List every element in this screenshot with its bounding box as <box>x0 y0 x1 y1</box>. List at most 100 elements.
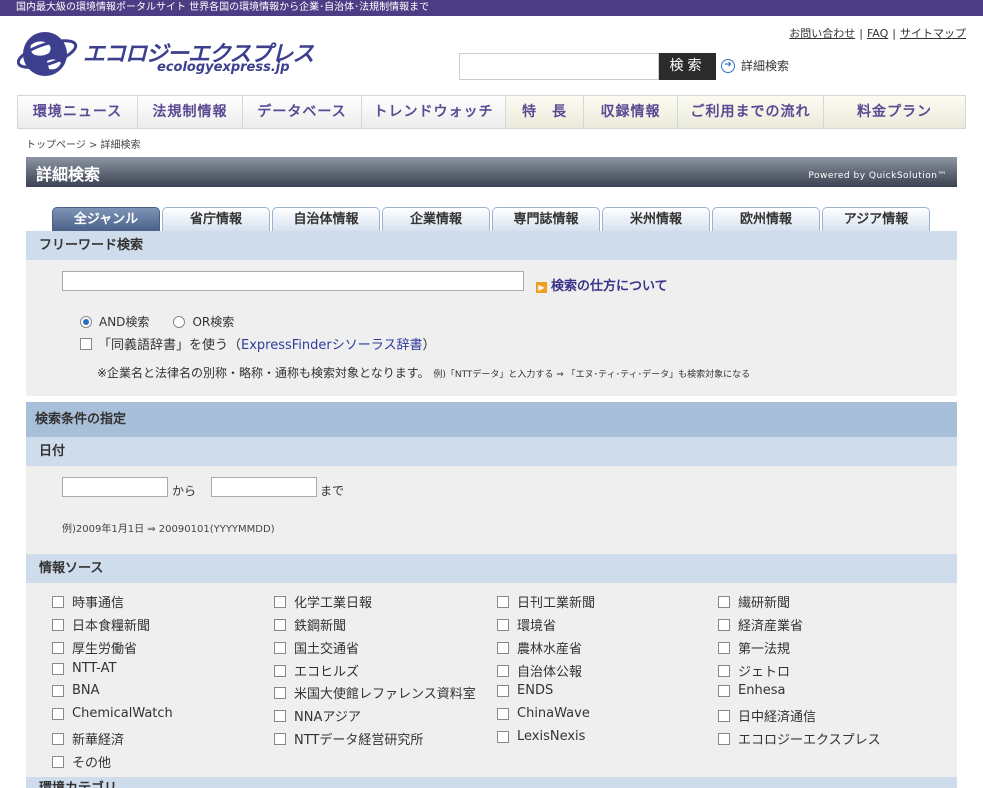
source-option[interactable]: 農林水産省 <box>497 638 582 657</box>
source-option[interactable]: 化学工業日報 <box>274 592 372 611</box>
source-checkbox[interactable] <box>274 709 286 722</box>
nav-pricing[interactable]: 料金プラン <box>824 96 965 128</box>
tab-all-genres[interactable]: 全ジャンル <box>52 207 160 232</box>
source-checkbox[interactable] <box>52 684 64 697</box>
source-option[interactable]: NTT-AT <box>52 661 116 676</box>
advanced-search-link[interactable]: ➔ 詳細検索 <box>721 57 789 74</box>
source-checkbox[interactable] <box>718 684 730 697</box>
source-option[interactable]: 日本食糧新聞 <box>52 615 150 634</box>
source-option[interactable]: ChemicalWatch <box>52 706 173 721</box>
source-checkbox[interactable] <box>497 641 509 654</box>
date-heading: 日付 <box>26 437 957 466</box>
freeword-input[interactable] <box>62 271 524 291</box>
source-option[interactable]: 日中経済通信 <box>718 706 816 725</box>
source-option[interactable]: 新華経済 <box>52 729 124 748</box>
nav-trendwatch[interactable]: トレンドウォッチ <box>362 96 506 128</box>
source-checkbox[interactable] <box>274 664 286 677</box>
source-option[interactable]: LexisNexis <box>497 729 585 744</box>
source-checkbox[interactable] <box>718 709 730 722</box>
source-label: 米国大使館レファレンス資料室 <box>294 687 476 702</box>
faq-link[interactable]: FAQ <box>867 27 888 40</box>
source-label: 化学工業日報 <box>294 596 373 611</box>
contact-link[interactable]: お問い合わせ <box>789 27 855 40</box>
search-button[interactable]: 検索 <box>659 53 716 80</box>
source-checkbox[interactable] <box>718 664 730 677</box>
source-checkbox[interactable] <box>497 707 509 720</box>
tab-local-govt[interactable]: 自治体情報 <box>272 207 380 232</box>
date-to-label: まで <box>320 484 345 498</box>
source-label: BNA <box>72 683 100 698</box>
search-howto-link[interactable]: ▶ 検索の仕方について <box>536 275 668 294</box>
source-option[interactable]: エコヒルズ <box>274 661 359 680</box>
nav-features[interactable]: 特 長 <box>506 96 584 128</box>
source-checkbox[interactable] <box>718 641 730 654</box>
source-option[interactable]: BNA <box>52 683 100 698</box>
source-option[interactable]: ENDS <box>497 683 553 698</box>
source-checkbox[interactable] <box>52 595 64 608</box>
source-option[interactable]: 日刊工業新聞 <box>497 592 595 611</box>
source-checkbox[interactable] <box>274 595 286 608</box>
thesaurus-link[interactable]: ExpressFinderシソーラス辞書 <box>241 334 422 353</box>
source-checkbox[interactable] <box>52 755 64 768</box>
source-checkbox[interactable] <box>497 664 509 677</box>
source-checkbox[interactable] <box>274 641 286 654</box>
source-checkbox[interactable] <box>52 707 64 720</box>
source-option[interactable]: ジェトロ <box>718 661 790 680</box>
source-label: 日本食糧新聞 <box>72 619 151 634</box>
tab-companies[interactable]: 企業情報 <box>382 207 490 232</box>
tab-ministries[interactable]: 省庁情報 <box>162 207 270 232</box>
source-checkbox[interactable] <box>52 662 64 675</box>
tab-asia[interactable]: アジア情報 <box>822 207 930 232</box>
source-checkbox[interactable] <box>718 618 730 631</box>
nav-regulations[interactable]: 法規制情報 <box>138 96 243 128</box>
source-checkbox[interactable] <box>718 732 730 745</box>
source-option[interactable]: 国土交通省 <box>274 638 359 657</box>
source-checkbox[interactable] <box>52 618 64 631</box>
source-option[interactable]: 自治体公報 <box>497 661 582 680</box>
source-label: ChemicalWatch <box>72 706 173 721</box>
source-checkbox[interactable] <box>52 641 64 654</box>
source-checkbox[interactable] <box>718 595 730 608</box>
tab-europe[interactable]: 欧州情報 <box>712 207 820 232</box>
tab-americas[interactable]: 米州情報 <box>602 207 710 232</box>
tab-journals[interactable]: 専門誌情報 <box>492 207 600 232</box>
source-label: ChinaWave <box>517 706 590 721</box>
source-option[interactable]: 鉄鋼新聞 <box>274 615 346 634</box>
date-to-input[interactable] <box>211 477 317 497</box>
date-from-input[interactable] <box>62 477 168 497</box>
source-checkbox[interactable] <box>52 732 64 745</box>
source-option[interactable]: 米国大使館レファレンス資料室 <box>274 683 476 702</box>
source-option[interactable]: ChinaWave <box>497 706 590 721</box>
source-option[interactable]: Enhesa <box>718 683 785 698</box>
nav-contents[interactable]: 収録情報 <box>584 96 678 128</box>
source-checkbox[interactable] <box>497 595 509 608</box>
nav-news[interactable]: 環境ニュース <box>18 96 138 128</box>
source-checkbox[interactable] <box>274 686 286 699</box>
source-option[interactable]: NNAアジア <box>274 706 361 725</box>
synonym-checkbox[interactable] <box>80 337 92 350</box>
source-option[interactable]: 繊研新聞 <box>718 592 790 611</box>
source-checkbox[interactable] <box>497 618 509 631</box>
source-option[interactable]: 時事通信 <box>52 592 124 611</box>
source-checkbox[interactable] <box>497 730 509 743</box>
source-option[interactable]: 厚生労働省 <box>52 638 137 657</box>
logo-text-en: ecologyexpress.jp <box>157 60 290 75</box>
site-logo[interactable]: エコロジーエクスプレス ecologyexpress.jp <box>17 27 317 83</box>
nav-database[interactable]: データベース <box>243 96 362 128</box>
sitemap-link[interactable]: サイトマップ <box>900 27 966 40</box>
nav-flow[interactable]: ご利用までの流れ <box>678 96 824 128</box>
source-option[interactable]: 環境省 <box>497 615 556 634</box>
site-search-input[interactable] <box>459 53 659 80</box>
source-option[interactable]: エコロジーエクスプレス <box>718 729 881 748</box>
or-search-radio[interactable] <box>173 315 186 328</box>
source-checkbox[interactable] <box>274 732 286 745</box>
source-checkbox[interactable] <box>497 684 509 697</box>
source-option[interactable]: 第一法規 <box>718 638 790 657</box>
source-option[interactable]: 経済産業省 <box>718 615 803 634</box>
or-search-label: OR検索 <box>192 315 235 329</box>
and-search-radio[interactable] <box>80 315 92 328</box>
source-option[interactable]: NTTデータ経営研究所 <box>274 729 423 748</box>
source-checkbox[interactable] <box>274 618 286 631</box>
source-option[interactable]: その他 <box>52 752 111 771</box>
powered-by-label: Powered by QuickSolution™ <box>808 171 947 181</box>
